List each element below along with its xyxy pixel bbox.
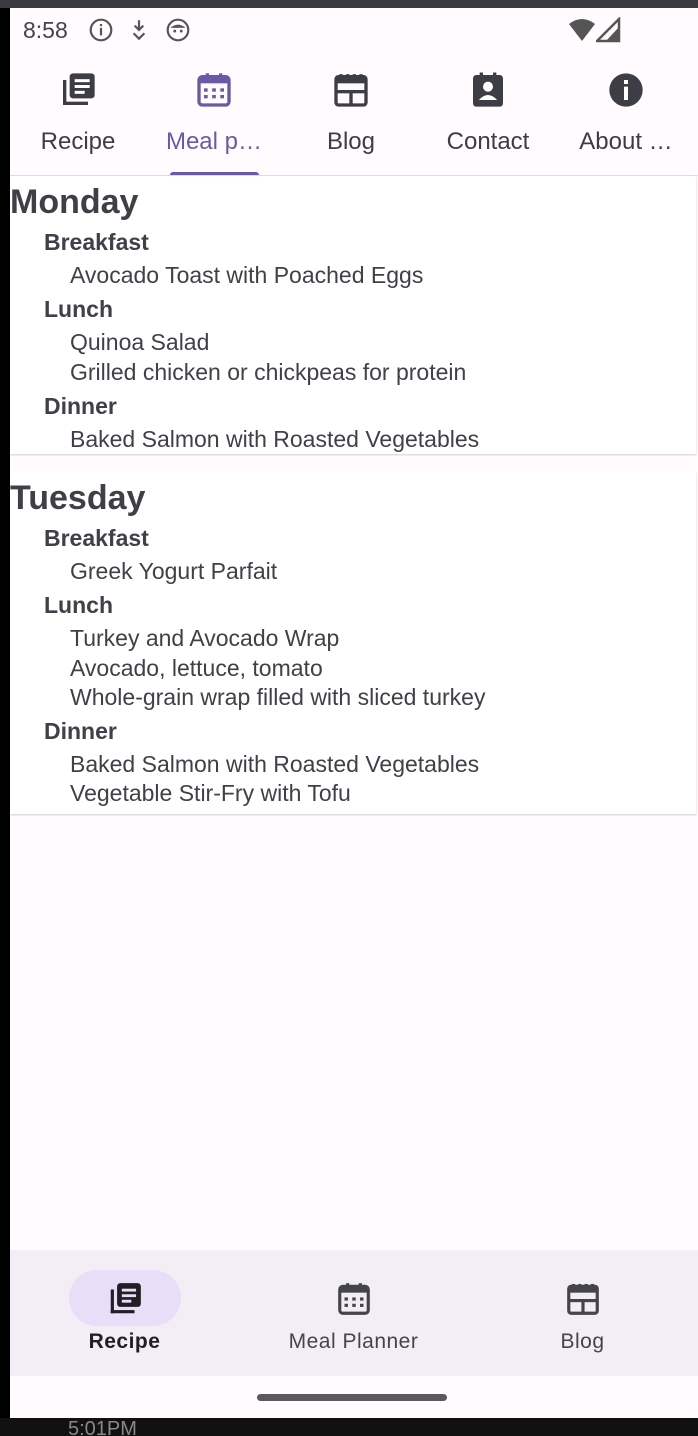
device-top-edge — [0, 0, 698, 8]
calendar-icon — [337, 1283, 370, 1315]
top-tab-bar: Recipe Meal p… Blog Contact About … — [10, 52, 698, 177]
day-card-monday: Monday Breakfast Avocado Toast with Poac… — [10, 176, 696, 454]
bottom-nav-recipe-label: Recipe — [88, 1330, 161, 1353]
bottom-nav-recipe[interactable]: Recipe — [10, 1250, 239, 1376]
info-icon — [89, 18, 113, 42]
app-screen: 8:58 Recipe Meal p… Blog Contact About …… — [10, 8, 698, 1418]
newspaper-icon — [566, 1283, 599, 1315]
tab-contact[interactable]: Contact — [420, 52, 556, 176]
meal-label-lunch: Lunch — [44, 592, 113, 618]
tab-about-label: About … — [579, 128, 673, 155]
download-arrow-icon — [132, 20, 146, 41]
status-bar: 8:58 — [10, 8, 698, 52]
meal-label-dinner: Dinner — [44, 393, 117, 419]
meal-item: Quinoa Salad — [70, 329, 210, 355]
tab-contact-label: Contact — [446, 128, 530, 155]
bottom-nav-meal-planner-label: Meal Planner — [288, 1330, 419, 1353]
bottom-navigation-bar: Recipe Meal Planner Blog — [10, 1250, 698, 1376]
bottom-nav-blog-label: Blog — [560, 1330, 605, 1353]
background-clock-text: 5:01PM — [68, 1418, 137, 1436]
info-icon — [609, 73, 643, 107]
day-card-tuesday: Tuesday Breakfast Greek Yogurt Parfait L… — [10, 472, 696, 814]
meal-label-breakfast: Breakfast — [44, 525, 149, 551]
tab-meal-planner-label: Meal p… — [165, 128, 263, 155]
article-icon — [63, 73, 95, 105]
home-gesture-handle[interactable] — [257, 1394, 447, 1401]
bottom-nav-meal-planner[interactable]: Meal Planner — [239, 1250, 468, 1376]
meal-item: Baked Salmon with Roasted Vegetables — [70, 751, 480, 777]
article-icon — [110, 1283, 141, 1314]
bottom-nav-blog[interactable]: Blog — [468, 1250, 697, 1376]
tab-meal-planner[interactable]: Meal p… — [146, 52, 282, 176]
tab-recipe[interactable]: Recipe — [10, 52, 146, 176]
meal-label-lunch: Lunch — [44, 296, 113, 322]
meal-label-breakfast: Breakfast — [44, 229, 149, 255]
tab-blog-label: Blog — [326, 128, 376, 155]
day-title: Monday — [10, 183, 139, 221]
contact-card-icon — [473, 72, 503, 107]
background-taskbar: 5:01PM — [0, 1418, 698, 1436]
meal-item: Baked Salmon with Roasted Vegetables — [70, 426, 480, 452]
tab-recipe-label: Recipe — [40, 128, 116, 155]
wifi-icon — [569, 19, 595, 41]
day-title: Tuesday — [10, 479, 146, 517]
newspaper-icon — [334, 74, 368, 107]
meal-item: Avocado Toast with Poached Eggs — [70, 262, 424, 288]
tab-about[interactable]: About … — [558, 52, 694, 176]
meal-item: Vegetable Stir-Fry with Tofu — [70, 780, 351, 806]
meal-item: Greek Yogurt Parfait — [70, 558, 278, 584]
signal-icon — [596, 17, 621, 43]
status-time: 8:58 — [23, 17, 68, 43]
meal-item: Turkey and Avocado Wrap — [70, 625, 340, 651]
calendar-icon — [197, 73, 231, 107]
gesture-navigation-area — [10, 1376, 698, 1418]
meal-label-dinner: Dinner — [44, 718, 117, 744]
meal-item: Avocado, lettuce, tomato — [70, 655, 323, 681]
meal-item: Grilled chicken or chickpeas for protein — [70, 359, 467, 385]
face-icon — [166, 18, 190, 42]
tab-blog[interactable]: Blog — [283, 52, 419, 176]
meal-item: Whole-grain wrap filled with sliced turk… — [70, 684, 486, 710]
device-left-edge — [0, 8, 10, 1418]
